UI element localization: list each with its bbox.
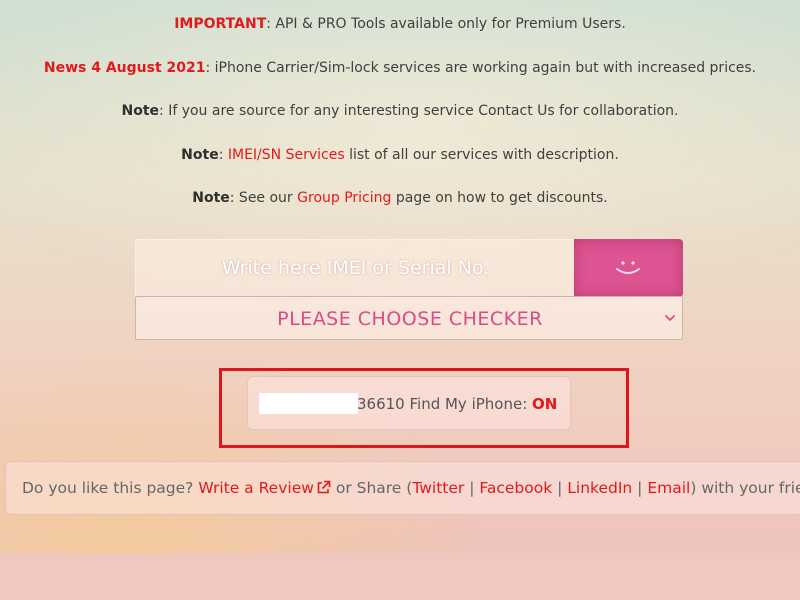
notice-important-tag: IMPORTANT: [174, 16, 267, 32]
share-or-text: or Share (: [330, 479, 413, 497]
notice-contact-tag: Note: [121, 103, 160, 119]
notice-pricing-tag: Note: [192, 190, 230, 206]
notice-pricing: Note: See our Group Pricing page on how …: [0, 188, 800, 208]
email-link[interactable]: Email: [647, 479, 690, 497]
share-sep-1: |: [464, 479, 480, 497]
share-suffix: ) with your friends.: [690, 479, 800, 497]
notice-news-tag: News 4 August 2021: [43, 59, 206, 76]
checker-select[interactable]: PLEASE CHOOSE CHECKER: [135, 296, 683, 340]
notice-services: Note: IMEI/SN Services list of all our s…: [0, 145, 800, 165]
notice-news-text: : iPhone Carrier/Sim-lock services are w…: [205, 59, 757, 76]
page-footer-band: [0, 553, 800, 600]
linkedin-link[interactable]: LinkedIn: [567, 479, 632, 497]
facebook-link[interactable]: Facebook: [479, 479, 552, 497]
notice-contact: Note: If you are source for any interest…: [0, 101, 800, 121]
smiley-icon: [616, 261, 640, 274]
notice-important-text: : API & PRO Tools available only for Pre…: [266, 16, 626, 32]
notice-news: News 4 August 2021: iPhone Carrier/Sim-l…: [0, 58, 800, 78]
twitter-link[interactable]: Twitter: [412, 479, 464, 497]
chevron-down-icon: [665, 315, 675, 322]
share-sep-3: |: [632, 479, 648, 497]
status-badge: ON: [532, 395, 558, 413]
share-question: Do you like this page?: [22, 479, 199, 497]
imei-input[interactable]: [135, 239, 575, 297]
notice-services-tag: Note: [181, 146, 219, 163]
share-bar: Do you like this page? Write a Review or…: [5, 461, 800, 515]
notice-pricing-pre: : See our: [229, 190, 298, 206]
notices-section: IMPORTANT: API & PRO Tools available onl…: [0, 14, 800, 232]
redacted-imei: [259, 393, 358, 414]
notice-pricing-text: page on how to get discounts.: [391, 190, 608, 206]
check-submit-button[interactable]: [574, 239, 683, 297]
imei-sn-services-link[interactable]: IMEI/SN Services: [228, 147, 345, 163]
notice-services-sep: :: [218, 146, 228, 163]
result-label: Find My iPhone:: [404, 395, 533, 413]
result-box: 36610 Find My iPhone: ON: [247, 376, 571, 430]
external-link-icon: [317, 480, 331, 494]
share-sep-2: |: [552, 479, 568, 497]
imei-search-form: [135, 239, 683, 297]
notice-contact-text: : If you are source for any interesting …: [159, 103, 679, 119]
write-review-link[interactable]: Write a Review: [198, 479, 331, 497]
imei-suffix: 36610: [357, 395, 405, 413]
write-review-label: Write a Review: [198, 479, 314, 497]
notice-important: IMPORTANT: API & PRO Tools available onl…: [0, 14, 800, 34]
checker-selected-value: PLEASE CHOOSE CHECKER: [277, 308, 543, 330]
group-pricing-link[interactable]: Group Pricing: [297, 190, 391, 206]
result-text: 36610 Find My iPhone: ON: [357, 377, 557, 431]
notice-services-text: list of all our services with descriptio…: [344, 146, 619, 163]
